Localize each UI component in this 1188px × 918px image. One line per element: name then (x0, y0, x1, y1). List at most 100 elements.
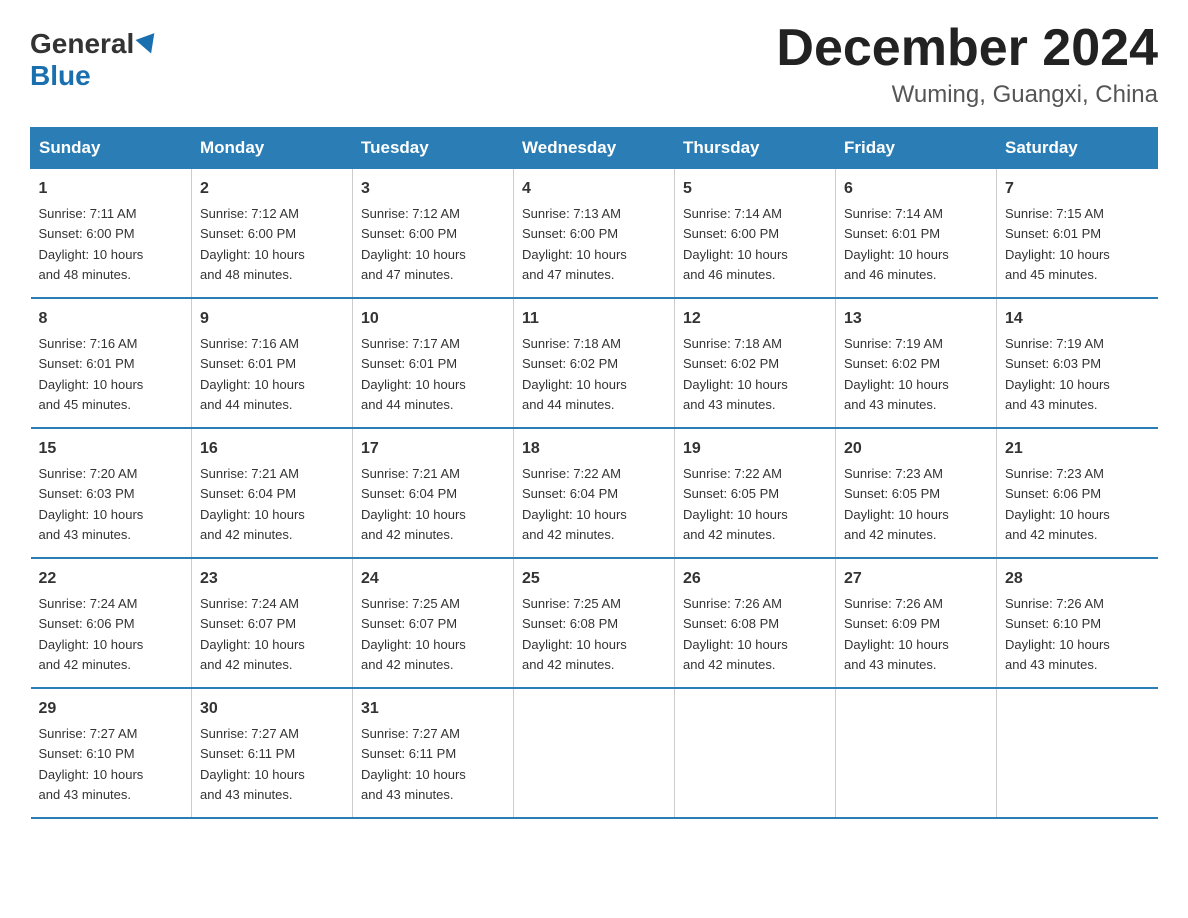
day-info: Sunrise: 7:19 AMSunset: 6:02 PMDaylight:… (844, 336, 949, 412)
day-info: Sunrise: 7:12 AMSunset: 6:00 PMDaylight:… (200, 206, 305, 282)
day-number: 16 (200, 437, 344, 461)
day-number: 14 (1005, 307, 1150, 331)
calendar-day-cell: 27 Sunrise: 7:26 AMSunset: 6:09 PMDaylig… (836, 558, 997, 688)
day-info: Sunrise: 7:27 AMSunset: 6:10 PMDaylight:… (39, 726, 144, 802)
day-number: 1 (39, 177, 184, 201)
day-number: 15 (39, 437, 184, 461)
day-number: 24 (361, 567, 505, 591)
day-info: Sunrise: 7:22 AMSunset: 6:05 PMDaylight:… (683, 466, 788, 542)
calendar-day-cell: 12 Sunrise: 7:18 AMSunset: 6:02 PMDaylig… (675, 298, 836, 428)
day-info: Sunrise: 7:24 AMSunset: 6:06 PMDaylight:… (39, 596, 144, 672)
logo-general-text: General (30, 28, 134, 60)
day-number: 3 (361, 177, 505, 201)
day-number: 31 (361, 697, 505, 721)
day-info: Sunrise: 7:13 AMSunset: 6:00 PMDaylight:… (522, 206, 627, 282)
calendar-week-row: 1 Sunrise: 7:11 AMSunset: 6:00 PMDayligh… (31, 169, 1158, 299)
calendar-header-row: Sunday Monday Tuesday Wednesday Thursday… (31, 128, 1158, 169)
calendar-day-cell: 26 Sunrise: 7:26 AMSunset: 6:08 PMDaylig… (675, 558, 836, 688)
logo-blue-text: Blue (30, 60, 91, 91)
day-number: 22 (39, 567, 184, 591)
calendar-day-cell: 28 Sunrise: 7:26 AMSunset: 6:10 PMDaylig… (997, 558, 1158, 688)
calendar-day-cell: 16 Sunrise: 7:21 AMSunset: 6:04 PMDaylig… (192, 428, 353, 558)
calendar-day-cell (836, 688, 997, 818)
day-number: 13 (844, 307, 988, 331)
calendar-week-row: 22 Sunrise: 7:24 AMSunset: 6:06 PMDaylig… (31, 558, 1158, 688)
day-info: Sunrise: 7:12 AMSunset: 6:00 PMDaylight:… (361, 206, 466, 282)
day-info: Sunrise: 7:22 AMSunset: 6:04 PMDaylight:… (522, 466, 627, 542)
day-number: 18 (522, 437, 666, 461)
calendar-day-cell: 10 Sunrise: 7:17 AMSunset: 6:01 PMDaylig… (353, 298, 514, 428)
day-number: 17 (361, 437, 505, 461)
calendar-day-cell: 13 Sunrise: 7:19 AMSunset: 6:02 PMDaylig… (836, 298, 997, 428)
calendar-day-cell: 23 Sunrise: 7:24 AMSunset: 6:07 PMDaylig… (192, 558, 353, 688)
day-number: 27 (844, 567, 988, 591)
calendar-day-cell: 17 Sunrise: 7:21 AMSunset: 6:04 PMDaylig… (353, 428, 514, 558)
calendar-day-cell: 29 Sunrise: 7:27 AMSunset: 6:10 PMDaylig… (31, 688, 192, 818)
header-wednesday: Wednesday (514, 128, 675, 169)
day-info: Sunrise: 7:16 AMSunset: 6:01 PMDaylight:… (39, 336, 144, 412)
calendar-day-cell: 31 Sunrise: 7:27 AMSunset: 6:11 PMDaylig… (353, 688, 514, 818)
day-number: 12 (683, 307, 827, 331)
day-info: Sunrise: 7:23 AMSunset: 6:06 PMDaylight:… (1005, 466, 1110, 542)
day-info: Sunrise: 7:27 AMSunset: 6:11 PMDaylight:… (361, 726, 466, 802)
day-info: Sunrise: 7:27 AMSunset: 6:11 PMDaylight:… (200, 726, 305, 802)
calendar-day-cell: 5 Sunrise: 7:14 AMSunset: 6:00 PMDayligh… (675, 169, 836, 299)
calendar-day-cell: 22 Sunrise: 7:24 AMSunset: 6:06 PMDaylig… (31, 558, 192, 688)
calendar-day-cell (514, 688, 675, 818)
day-number: 19 (683, 437, 827, 461)
day-info: Sunrise: 7:21 AMSunset: 6:04 PMDaylight:… (361, 466, 466, 542)
calendar-day-cell: 7 Sunrise: 7:15 AMSunset: 6:01 PMDayligh… (997, 169, 1158, 299)
day-number: 21 (1005, 437, 1150, 461)
location-subtitle: Wuming, Guangxi, China (776, 81, 1158, 109)
day-info: Sunrise: 7:18 AMSunset: 6:02 PMDaylight:… (683, 336, 788, 412)
calendar-day-cell: 24 Sunrise: 7:25 AMSunset: 6:07 PMDaylig… (353, 558, 514, 688)
header-monday: Monday (192, 128, 353, 169)
calendar-day-cell: 21 Sunrise: 7:23 AMSunset: 6:06 PMDaylig… (997, 428, 1158, 558)
day-info: Sunrise: 7:25 AMSunset: 6:07 PMDaylight:… (361, 596, 466, 672)
day-number: 11 (522, 307, 666, 331)
header-friday: Friday (836, 128, 997, 169)
calendar-day-cell: 11 Sunrise: 7:18 AMSunset: 6:02 PMDaylig… (514, 298, 675, 428)
day-number: 23 (200, 567, 344, 591)
calendar-week-row: 29 Sunrise: 7:27 AMSunset: 6:10 PMDaylig… (31, 688, 1158, 818)
day-info: Sunrise: 7:14 AMSunset: 6:01 PMDaylight:… (844, 206, 949, 282)
day-number: 28 (1005, 567, 1150, 591)
day-info: Sunrise: 7:24 AMSunset: 6:07 PMDaylight:… (200, 596, 305, 672)
calendar-day-cell: 8 Sunrise: 7:16 AMSunset: 6:01 PMDayligh… (31, 298, 192, 428)
day-number: 30 (200, 697, 344, 721)
day-info: Sunrise: 7:26 AMSunset: 6:08 PMDaylight:… (683, 596, 788, 672)
day-info: Sunrise: 7:26 AMSunset: 6:10 PMDaylight:… (1005, 596, 1110, 672)
day-number: 29 (39, 697, 184, 721)
logo: General Blue (30, 28, 158, 92)
day-info: Sunrise: 7:16 AMSunset: 6:01 PMDaylight:… (200, 336, 305, 412)
day-info: Sunrise: 7:17 AMSunset: 6:01 PMDaylight:… (361, 336, 466, 412)
calendar-week-row: 8 Sunrise: 7:16 AMSunset: 6:01 PMDayligh… (31, 298, 1158, 428)
calendar-day-cell: 15 Sunrise: 7:20 AMSunset: 6:03 PMDaylig… (31, 428, 192, 558)
calendar-day-cell: 30 Sunrise: 7:27 AMSunset: 6:11 PMDaylig… (192, 688, 353, 818)
day-number: 20 (844, 437, 988, 461)
day-number: 5 (683, 177, 827, 201)
calendar-day-cell (997, 688, 1158, 818)
day-info: Sunrise: 7:11 AMSunset: 6:00 PMDaylight:… (39, 206, 144, 282)
day-number: 10 (361, 307, 505, 331)
calendar-day-cell: 4 Sunrise: 7:13 AMSunset: 6:00 PMDayligh… (514, 169, 675, 299)
calendar-day-cell: 2 Sunrise: 7:12 AMSunset: 6:00 PMDayligh… (192, 169, 353, 299)
calendar-week-row: 15 Sunrise: 7:20 AMSunset: 6:03 PMDaylig… (31, 428, 1158, 558)
day-info: Sunrise: 7:15 AMSunset: 6:01 PMDaylight:… (1005, 206, 1110, 282)
calendar-day-cell: 19 Sunrise: 7:22 AMSunset: 6:05 PMDaylig… (675, 428, 836, 558)
calendar-table: Sunday Monday Tuesday Wednesday Thursday… (30, 127, 1158, 819)
day-number: 26 (683, 567, 827, 591)
day-info: Sunrise: 7:23 AMSunset: 6:05 PMDaylight:… (844, 466, 949, 542)
day-number: 7 (1005, 177, 1150, 201)
calendar-day-cell: 9 Sunrise: 7:16 AMSunset: 6:01 PMDayligh… (192, 298, 353, 428)
day-info: Sunrise: 7:21 AMSunset: 6:04 PMDaylight:… (200, 466, 305, 542)
calendar-day-cell: 1 Sunrise: 7:11 AMSunset: 6:00 PMDayligh… (31, 169, 192, 299)
calendar-day-cell: 20 Sunrise: 7:23 AMSunset: 6:05 PMDaylig… (836, 428, 997, 558)
header-saturday: Saturday (997, 128, 1158, 169)
page-header: General Blue December 2024 Wuming, Guang… (30, 20, 1158, 109)
header-tuesday: Tuesday (353, 128, 514, 169)
day-info: Sunrise: 7:20 AMSunset: 6:03 PMDaylight:… (39, 466, 144, 542)
calendar-day-cell: 6 Sunrise: 7:14 AMSunset: 6:01 PMDayligh… (836, 169, 997, 299)
calendar-day-cell (675, 688, 836, 818)
day-info: Sunrise: 7:19 AMSunset: 6:03 PMDaylight:… (1005, 336, 1110, 412)
